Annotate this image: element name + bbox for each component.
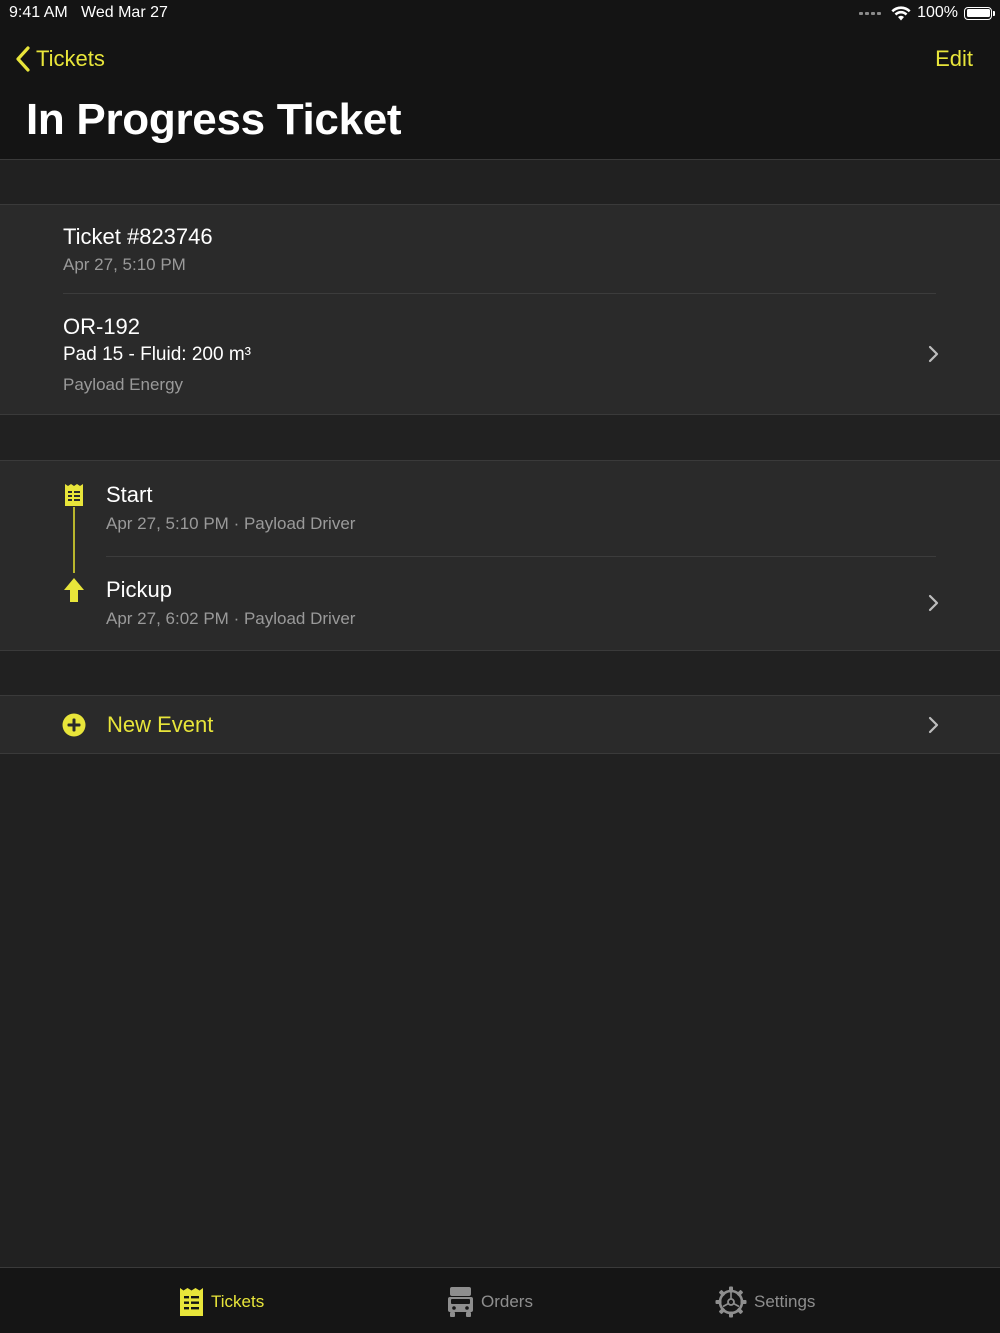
ticket-number: Ticket #823746 [63, 224, 213, 249]
status-indicators: 100% [859, 3, 995, 23]
new-event-label: New Event [107, 712, 214, 737]
ticket-created-date: Apr 27, 5:10 PM [63, 255, 186, 274]
tab-tickets[interactable]: Tickets [179, 1285, 264, 1319]
ticket-icon [180, 1288, 203, 1316]
cellular-signal-icon [859, 11, 882, 15]
ticket-info-section: Ticket #823746 Apr 27, 5:10 PM OR-192 Pa… [0, 204, 1000, 415]
event-title: Start [106, 482, 153, 507]
navigation-header: 9:41 AM Wed Mar 27 100% Tickets Edit In … [0, 0, 1000, 160]
event-title: Pickup [106, 577, 173, 602]
status-time-date: 9:41 AM Wed Mar 27 [9, 4, 168, 22]
order-detail: Pad 15 - Fluid: 200 m³ [63, 344, 251, 365]
chevron-right-icon [928, 594, 939, 612]
truck-icon [448, 1287, 473, 1317]
status-time: 9:41 AM [9, 4, 68, 21]
new-event-row[interactable]: New Event [0, 696, 1000, 754]
arrow-up-icon [64, 578, 84, 602]
tab-bar: Tickets Orders Settings [0, 1267, 1000, 1333]
battery-icon [964, 6, 995, 20]
page-title: In Progress Ticket [26, 95, 402, 144]
edit-button[interactable]: Edit [935, 46, 973, 72]
battery-percentage: 100% [917, 4, 958, 21]
order-company: Payload Energy [63, 375, 184, 394]
event-row[interactable]: Start Apr 27, 5:10 PM · Payload Driver [0, 461, 1000, 556]
ticket-number-row: Ticket #823746 Apr 27, 5:10 PM [0, 205, 1000, 293]
tab-label: Settings [754, 1292, 816, 1311]
chevron-left-icon [16, 46, 30, 72]
screen: 9:41 AM Wed Mar 27 100% Tickets Edit In … [0, 0, 1000, 1333]
tab-orders[interactable]: Orders [447, 1285, 533, 1319]
event-subtitle: Apr 27, 6:02 PM · Payload Driver [106, 609, 356, 628]
new-event-section: New Event [0, 695, 1000, 754]
ticket-icon [65, 484, 83, 506]
tab-settings[interactable]: Settings [715, 1285, 815, 1319]
order-row[interactable]: OR-192 Pad 15 - Fluid: 200 m³ Payload En… [0, 294, 1000, 415]
status-date: Wed Mar 27 [81, 4, 168, 21]
chevron-right-icon [928, 345, 939, 363]
tab-label: Orders [481, 1292, 533, 1311]
plus-circle-icon [62, 713, 86, 737]
back-button[interactable]: Tickets [14, 43, 105, 75]
event-row[interactable]: Pickup Apr 27, 6:02 PM · Payload Driver [0, 557, 1000, 651]
back-button-label: Tickets [36, 46, 105, 71]
order-code: OR-192 [63, 314, 141, 339]
tab-label: Tickets [211, 1292, 265, 1311]
events-section: Start Apr 27, 5:10 PM · Payload Driver P… [0, 460, 1000, 651]
event-subtitle: Apr 27, 5:10 PM · Payload Driver [106, 514, 356, 533]
chevron-right-icon [928, 716, 939, 734]
wifi-icon [891, 5, 911, 20]
gear-icon [715, 1286, 747, 1318]
